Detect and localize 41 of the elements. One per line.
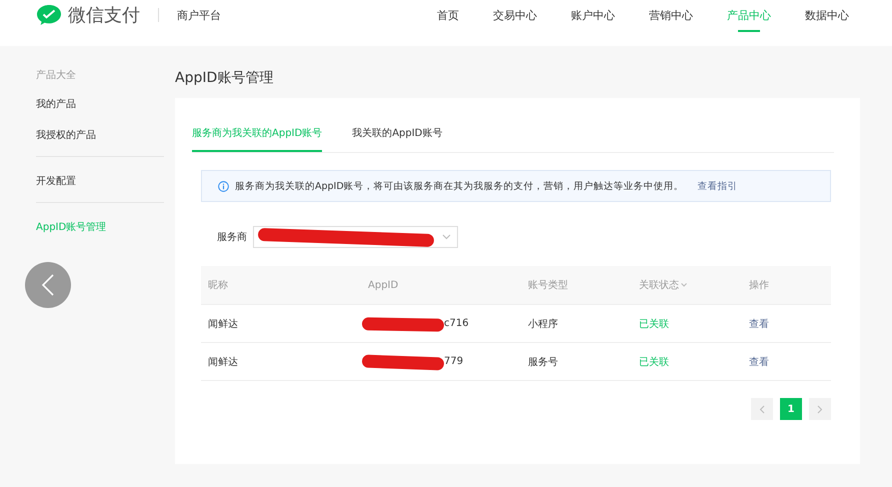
table-cell-text: 闻鲜达 [208,318,239,330]
column-header: 操作 [749,279,769,292]
sidebar-item[interactable]: 开发配置 [36,175,164,188]
nav-item[interactable]: 营销中心 [632,0,710,30]
table-cell-text: 闻鲜达 [208,356,239,368]
guide-link[interactable]: 查看指引 [698,180,738,192]
view-link[interactable]: 查看 [749,354,831,368]
caret-icon[interactable] [681,283,687,287]
caret-icon [442,234,451,240]
chevron-left-icon [41,274,55,296]
nav-item[interactable]: 数据中心 [788,0,866,30]
next-page-button[interactable] [809,398,831,420]
logo-text: 微信支付 [68,4,140,27]
status-text: 已关联 [639,318,670,330]
table-cell: c716 [368,318,469,329]
table-cell-text: 服务号 [528,356,559,368]
chevron-left-icon [759,404,765,414]
platform-label: 商户平台 [177,8,221,22]
page-title: AppID账号管理 [175,69,274,88]
column-header: AppID [368,280,398,290]
prev-page-button[interactable] [751,398,773,420]
table-cell: 779 [368,356,464,367]
nav-item[interactable]: 交易中心 [476,0,554,30]
nav-item[interactable]: 账户中心 [554,0,632,30]
provider-select[interactable] [253,226,458,248]
status-text: 已关联 [639,356,670,368]
column-header: 昵称 [208,279,228,292]
table-cell-text: 小程序 [528,318,559,330]
chevron-right-icon [817,404,823,414]
nav-item[interactable]: 首页 [420,0,476,30]
back-button[interactable] [25,262,71,308]
sidebar-item[interactable]: 我的产品 [36,98,164,111]
notice-text: 服务商为我关联的AppID账号，将可由该服务商在其为我服务的支付，营销，用户触达等业务中使用。 [235,180,684,192]
filter-label: 服务商 [217,230,247,244]
sidebar-item[interactable]: 我授权的产品 [36,129,164,142]
info-icon [218,180,229,192]
sidebar-heading: 产品大全 [36,68,77,82]
column-header: 账号类型 [528,278,568,292]
logo-icon [36,4,62,26]
tab[interactable]: 我关联的AppID账号 [352,118,442,152]
view-link[interactable]: 查看 [749,316,831,330]
